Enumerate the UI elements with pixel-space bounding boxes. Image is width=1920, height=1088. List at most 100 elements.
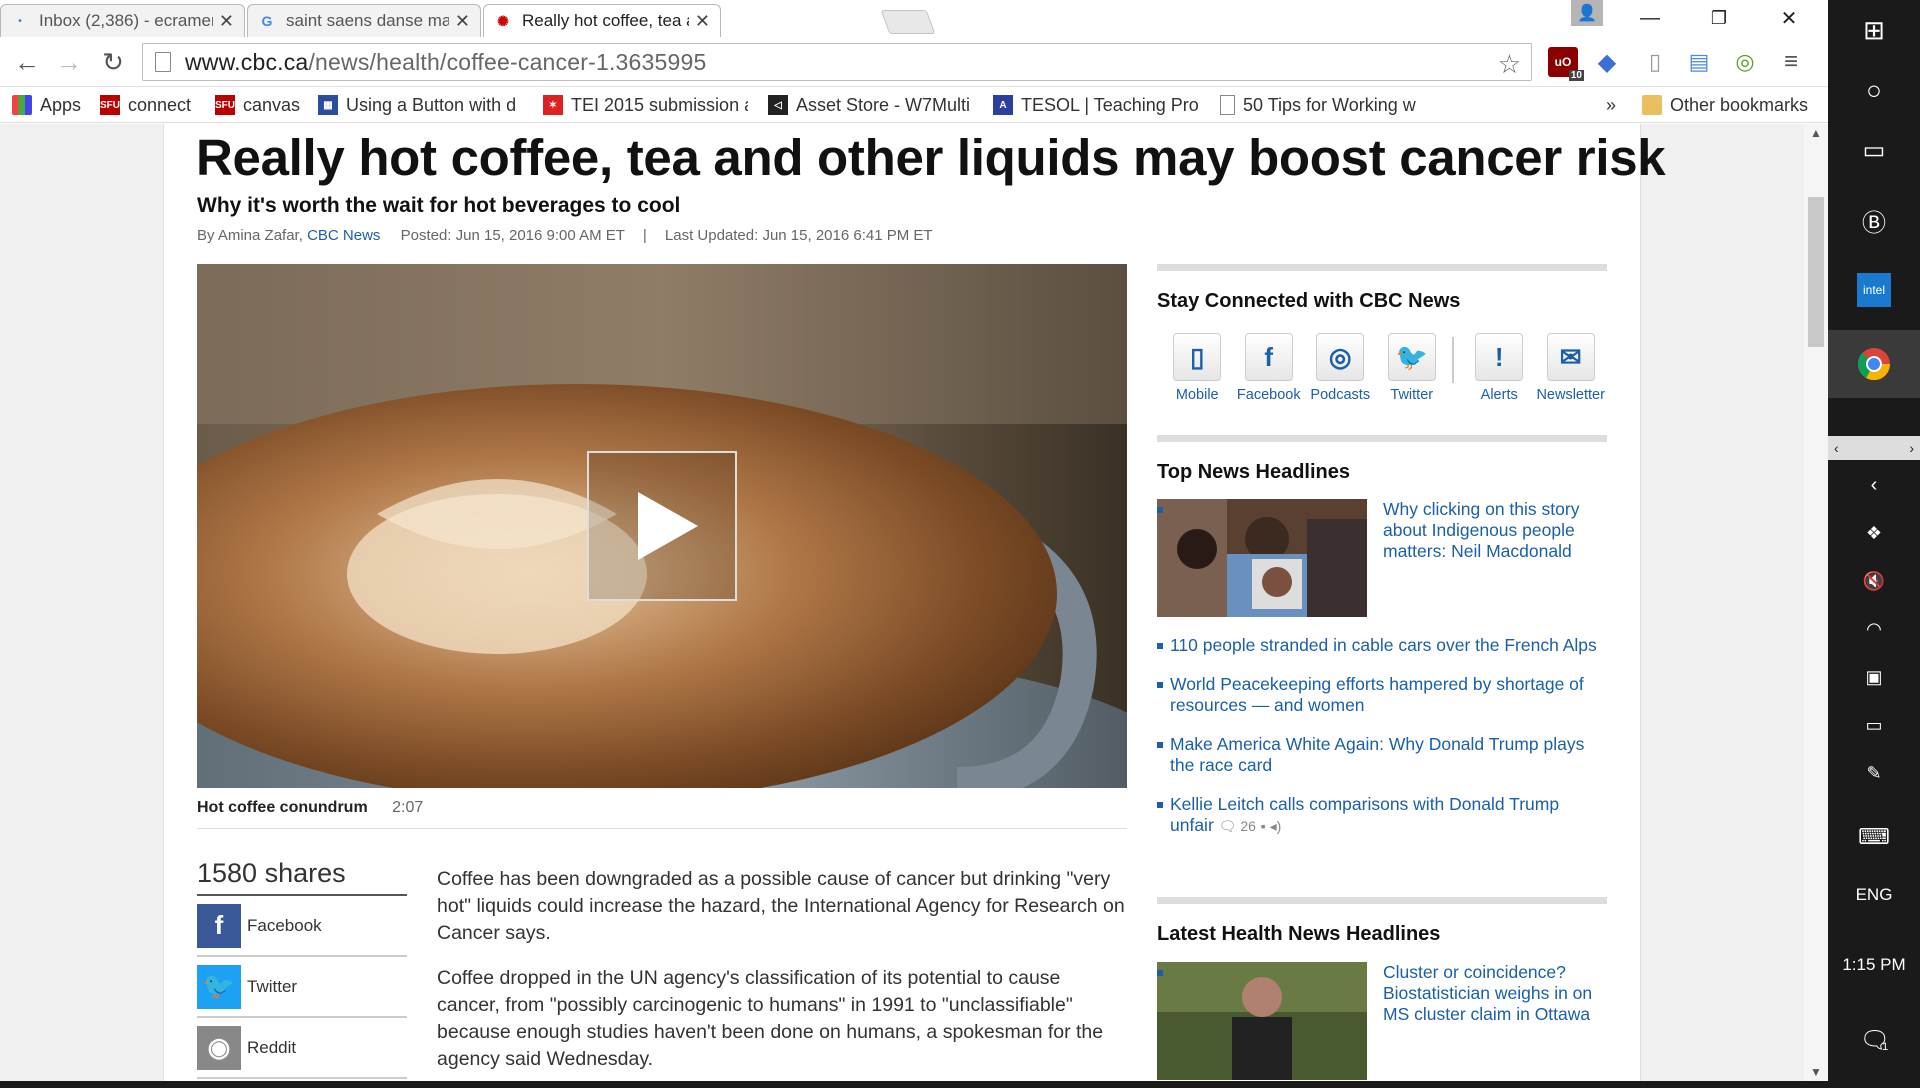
share-twitter-button[interactable]: 🐦 Twitter xyxy=(197,957,407,1018)
play-icon xyxy=(638,492,698,560)
address-bar[interactable]: www.cbc.ca/news/health/coffee-cancer-1.3… xyxy=(142,43,1532,81)
menu-icon[interactable]: ≡ xyxy=(1776,47,1806,77)
twitter-link[interactable]: 🐦 Twitter xyxy=(1377,333,1448,403)
headline-link[interactable]: 110 people stranded in cable cars over t… xyxy=(1157,635,1607,656)
scroll-down-icon[interactable]: ▼ xyxy=(1810,1065,1822,1079)
ublock-icon[interactable]: uO 10 xyxy=(1548,47,1584,81)
alert-icon: ! xyxy=(1475,333,1524,381)
bookmark-canvas[interactable]: SFU canvas xyxy=(215,93,300,117)
tei-icon: ✶ xyxy=(543,95,563,115)
close-window-button[interactable]: ✕ xyxy=(1762,0,1816,36)
headline-link[interactable]: Why clicking on this story about Indigen… xyxy=(1157,499,1607,562)
author: By Amina Zafar, xyxy=(197,227,303,244)
back-button[interactable]: ← xyxy=(10,45,44,79)
pen-icon[interactable]: ✎ xyxy=(1828,758,1920,788)
featured-story[interactable]: Cluster or coincidence? Biostatistician … xyxy=(1157,962,1607,1080)
facebook-link[interactable]: f Facebook xyxy=(1234,333,1305,403)
bookmark-button-tutorial[interactable]: ▦ Using a Button with d xyxy=(318,93,523,117)
show-hidden-icons-chevron-icon[interactable]: ‹ xyxy=(1828,470,1920,500)
language-indicator[interactable]: ENG xyxy=(1828,880,1920,910)
task-view-icon[interactable]: ▭ xyxy=(1828,130,1920,170)
headline-link[interactable]: World Peacekeeping efforts hampered by s… xyxy=(1157,674,1607,716)
video-player[interactable] xyxy=(197,264,1127,788)
scrollbar-thumb[interactable] xyxy=(1808,197,1824,347)
page-scrollbar[interactable]: ▲ ▼ xyxy=(1804,124,1828,1081)
podcasts-link[interactable]: ◎ Podcasts xyxy=(1305,333,1376,403)
share-facebook-button[interactable]: f Facebook xyxy=(197,896,407,957)
bookmark-tesol[interactable]: A TESOL | Teaching Pro xyxy=(993,93,1198,117)
bookmark-asset-store[interactable]: ◁ Asset Store - W7Multi xyxy=(768,93,973,117)
battery-icon[interactable]: ▭ xyxy=(1828,710,1920,740)
chevron-left-icon[interactable]: ‹ xyxy=(1834,440,1839,456)
bookmark-tei[interactable]: ✶ TEI 2015 submission a xyxy=(543,93,748,117)
bookmark-50-tips[interactable]: 50 Tips for Working w xyxy=(1220,93,1425,117)
forward-button[interactable]: → xyxy=(52,45,86,79)
bookmark-label: canvas xyxy=(243,94,301,115)
mobile-link[interactable]: ▯ Mobile xyxy=(1162,333,1233,403)
social-links: ▯ Mobile f Facebook ◎ Podcasts 🐦 Twitter ! Al… xyxy=(1162,333,1607,403)
browser-toolbar: ← → ↻ www.cbc.ca/news/health/coffee-canc… xyxy=(0,37,1828,87)
bookmarks-overflow-button[interactable]: » xyxy=(1606,93,1616,117)
tab-title: saint saens danse macabre xyxy=(286,11,449,30)
headline-link[interactable]: Cluster or coincidence? Biostatistician … xyxy=(1157,962,1607,1025)
restore-button[interactable]: ❐ xyxy=(1692,0,1746,36)
reload-button[interactable]: ↻ xyxy=(96,45,130,79)
headline-link[interactable]: Kellie Leitch calls comparisons with Don… xyxy=(1157,794,1607,837)
chevron-right-icon[interactable]: › xyxy=(1909,440,1914,456)
bookmark-connect[interactable]: SFU connect xyxy=(100,93,191,117)
url-text[interactable]: www.cbc.ca/news/health/coffee-cancer-1.3… xyxy=(185,49,706,76)
close-icon[interactable]: ✕ xyxy=(695,11,710,32)
new-tab-button[interactable] xyxy=(880,10,936,34)
tablet-mode-icon[interactable]: ▣ xyxy=(1828,662,1920,692)
gmail-icon: • xyxy=(18,15,22,27)
taskbar-edge xyxy=(0,1081,1828,1088)
volume-muted-icon[interactable]: 🔇 xyxy=(1828,566,1920,596)
minimize-button[interactable]: — xyxy=(1623,0,1677,36)
chrome-icon[interactable] xyxy=(1828,330,1920,398)
headline-link[interactable]: Make America White Again: Why Donald Tru… xyxy=(1157,734,1607,776)
keyboard-icon[interactable]: ⌨ xyxy=(1828,822,1920,852)
bookmark-apps[interactable]: Apps xyxy=(12,93,81,117)
windows-start-icon[interactable]: ⊞ xyxy=(1828,10,1920,50)
audio-icon: ◂) xyxy=(1265,818,1282,834)
other-bookmarks[interactable]: Other bookmarks xyxy=(1642,93,1808,117)
intel-icon[interactable]: intel xyxy=(1828,270,1920,310)
top-news-box: Top News Headlines Why clicking on this … xyxy=(1157,435,1607,835)
bookmarks-bar: Apps SFU connect SFU canvas ▦ Using a Bu… xyxy=(0,87,1828,123)
tab-cbc-article[interactable]: ✺ Really hot coffee, tea and ✕ xyxy=(483,4,721,37)
tab-inbox[interactable]: • Inbox (2,386) - ecramer89 ✕ xyxy=(0,4,245,37)
newsletter-link[interactable]: ✉ Newsletter xyxy=(1535,333,1606,403)
headline: Really hot coffee, tea and other liquids… xyxy=(196,129,1666,186)
scroll-up-icon[interactable]: ▲ xyxy=(1810,126,1822,140)
taskbar-scroll[interactable]: ‹ › xyxy=(1828,436,1920,460)
tesol-icon: A xyxy=(993,95,1013,115)
extension-diamond-icon[interactable]: ◆ xyxy=(1592,47,1622,77)
close-icon[interactable]: ✕ xyxy=(219,11,234,32)
profile-icon[interactable]: 👤 xyxy=(1571,0,1603,26)
clock[interactable]: 1:15 PM xyxy=(1828,950,1920,980)
action-center-icon[interactable]: 🗨 1 xyxy=(1828,1020,1920,1060)
dropbox-icon[interactable]: ❖ xyxy=(1828,518,1920,548)
share-reddit-button[interactable]: ◉ Reddit xyxy=(197,1018,407,1079)
alerts-link[interactable]: ! Alerts xyxy=(1464,333,1535,403)
tab-title: Really hot coffee, tea and xyxy=(522,11,689,30)
page-viewport: Really hot coffee, tea and other liquids… xyxy=(0,124,1828,1081)
tab-google-search[interactable]: G saint saens danse macabre ✕ xyxy=(247,4,481,37)
extension-docs-icon[interactable]: ▤ xyxy=(1684,47,1714,77)
close-icon[interactable]: ✕ xyxy=(455,11,470,32)
extension-refresh-icon[interactable]: ◎ xyxy=(1730,47,1760,77)
wifi-icon[interactable]: ◠ xyxy=(1828,614,1920,644)
health-news-title: Latest Health News Headlines xyxy=(1157,923,1441,945)
share-label: Reddit xyxy=(247,1037,297,1057)
source-link[interactable]: CBC News xyxy=(307,227,380,244)
cortana-icon[interactable]: ○ xyxy=(1828,70,1920,110)
featured-story[interactable]: Why clicking on this story about Indigen… xyxy=(1157,499,1607,617)
sfu-icon: SFU xyxy=(215,95,235,115)
bookmark-star-icon[interactable]: ☆ xyxy=(1498,49,1521,80)
app-b-icon[interactable]: Ⓑ xyxy=(1828,200,1920,240)
page-icon xyxy=(1220,95,1235,115)
facebook-icon: f xyxy=(197,903,241,948)
bookmark-label: Other bookmarks xyxy=(1670,94,1809,115)
extension-clipboard-icon[interactable]: ▯ xyxy=(1640,47,1670,77)
play-button[interactable] xyxy=(587,451,737,601)
